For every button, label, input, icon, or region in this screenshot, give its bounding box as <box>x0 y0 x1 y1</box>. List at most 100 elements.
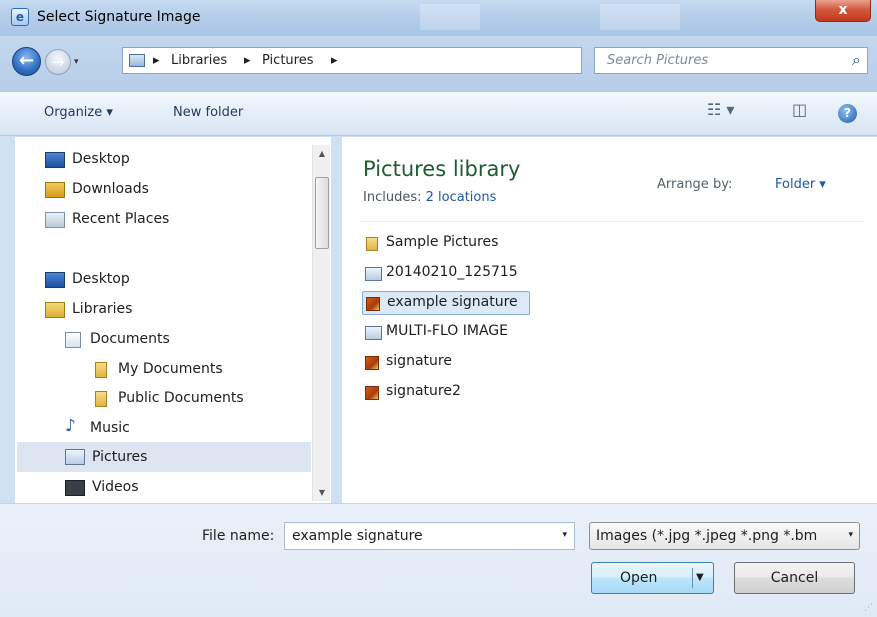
downloads-icon <box>45 182 65 198</box>
music-icon: ♪ <box>65 416 76 436</box>
sidebar-item-downloads[interactable]: Downloads <box>45 177 325 203</box>
back-button[interactable]: ← <box>12 47 41 76</box>
pictures-icon <box>65 449 85 465</box>
scroll-down-arrow-icon[interactable]: ▼ <box>313 484 331 501</box>
sidebar-item-label: Videos <box>92 479 139 495</box>
file-type-dropdown-icon[interactable]: ▾ <box>848 530 853 540</box>
sidebar-item-desktop-root[interactable]: Desktop <box>45 267 325 293</box>
preview-pane-icon[interactable]: ◫ <box>792 100 807 119</box>
library-title: Pictures library <box>363 157 521 181</box>
recent-places-icon <box>45 212 65 228</box>
sidebar-item-label: Recent Places <box>72 211 170 227</box>
file-name: signature <box>386 353 452 369</box>
sidebar-item-label: Pictures <box>92 449 148 465</box>
file-name-value[interactable]: example signature <box>292 528 423 544</box>
file-type-value: Images (*.jpg *.jpeg *.png *.bm <box>596 528 818 544</box>
list-item[interactable]: signature <box>362 351 562 375</box>
help-icon[interactable]: ? <box>838 104 857 123</box>
image-file-icon <box>365 386 379 400</box>
file-name: MULTI-FLO IMAGE <box>386 323 508 339</box>
open-options-dropdown-icon[interactable]: ▼ <box>696 563 704 593</box>
change-view-icon[interactable]: ☷ ▾ <box>707 100 734 119</box>
file-name-dropdown-icon[interactable]: ▾ <box>562 530 567 540</box>
image-file-icon <box>366 297 380 311</box>
list-item[interactable]: signature2 <box>362 381 562 405</box>
desktop-icon <box>45 152 65 168</box>
breadcrumb-libraries[interactable]: Libraries <box>171 53 227 68</box>
file-type-select[interactable]: Images (*.jpg *.jpeg *.png *.bm ▾ <box>589 522 860 550</box>
sidebar-item-videos[interactable]: Videos <box>65 475 325 501</box>
app-icon: e <box>11 8 29 26</box>
documents-icon <box>65 332 81 348</box>
organize-button[interactable]: Organize ▾ <box>44 105 113 120</box>
arrange-by-label: Arrange by: <box>657 177 733 192</box>
locations-link[interactable]: 2 locations <box>426 190 497 205</box>
open-button-label: Open <box>620 570 658 586</box>
pictures-folder-icon <box>129 54 145 67</box>
image-file-icon <box>365 267 382 281</box>
sidebar-item-libraries[interactable]: Libraries <box>45 297 325 323</box>
sidebar-item-documents[interactable]: Documents <box>63 327 325 353</box>
list-item[interactable]: MULTI-FLO IMAGE <box>362 321 562 345</box>
sidebar-item-recent-places[interactable]: Recent Places <box>45 207 325 233</box>
sidebar-item-label: Desktop <box>72 271 130 287</box>
sidebar-item-label: Downloads <box>72 181 149 197</box>
header-divider <box>360 221 865 222</box>
title-bar-reflection <box>600 4 680 30</box>
dialog-footer: File name: example signature ▾ Images (*… <box>0 503 877 617</box>
breadcrumb-pictures[interactable]: Pictures <box>262 53 313 68</box>
command-bar: Organize ▾ New folder ☷ ▾ ◫ ? <box>0 92 877 136</box>
search-icon[interactable]: ⌕ <box>852 50 861 70</box>
resize-grip-icon[interactable]: ⋰ <box>864 603 873 613</box>
address-bar[interactable]: ▸ Libraries ▸ Pictures ▸ ▾ ⟳ <box>122 47 696 74</box>
file-name-label: File name: <box>202 528 275 544</box>
folder-icon <box>95 362 107 378</box>
file-name: Sample Pictures <box>386 234 499 250</box>
folder-icon <box>366 237 378 251</box>
sidebar-item-label: Libraries <box>72 301 133 317</box>
search-placeholder: Search Pictures <box>607 53 709 68</box>
sidebar-item-label: Desktop <box>72 151 130 167</box>
scroll-thumb[interactable] <box>315 177 329 249</box>
title-bar-reflection <box>420 4 480 30</box>
arrange-by-dropdown[interactable]: Folder ▾ <box>775 177 826 192</box>
sidebar-item-label: Documents <box>90 331 170 347</box>
list-item-selected[interactable]: example signature <box>362 291 530 315</box>
sidebar-item-label: My Documents <box>118 361 223 377</box>
includes-label: Includes: <box>363 190 422 205</box>
cancel-button[interactable]: Cancel <box>734 562 855 594</box>
sidebar-item-label: Music <box>90 420 130 436</box>
open-button[interactable]: Open ▼ <box>591 562 714 594</box>
recent-pages-dropdown-icon[interactable]: ▾ <box>74 57 79 67</box>
sidebar-item-music[interactable]: ♪ Music <box>63 416 325 442</box>
breadcrumb-separator-icon[interactable]: ▸ <box>331 53 338 68</box>
library-includes: Includes: 2 locations <box>363 190 496 205</box>
list-item[interactable]: Sample Pictures <box>362 232 562 256</box>
breadcrumb-separator-icon[interactable]: ▸ <box>153 53 160 68</box>
sidebar-item-my-documents[interactable]: My Documents <box>91 357 325 383</box>
image-file-icon <box>365 356 379 370</box>
sidebar-item-desktop[interactable]: Desktop <box>45 147 325 173</box>
breadcrumb-separator-icon[interactable]: ▸ <box>244 53 251 68</box>
close-button[interactable]: x <box>815 0 871 22</box>
file-name: example signature <box>387 294 518 310</box>
forward-button[interactable]: → <box>45 49 71 75</box>
nav-scrollbar[interactable]: ▲ ▼ <box>312 145 330 501</box>
libraries-icon <box>45 302 65 318</box>
address-row: ← → ▾ ▸ Libraries ▸ Pictures ▸ ▾ ⟳ Searc… <box>0 36 877 92</box>
navigation-pane: Desktop Downloads Recent Places Desktop … <box>15 137 331 503</box>
videos-icon <box>65 480 85 496</box>
split-divider <box>692 568 693 588</box>
desktop-icon <box>45 272 65 288</box>
scroll-up-arrow-icon[interactable]: ▲ <box>313 145 331 162</box>
list-item[interactable]: 20140210_125715 <box>362 262 562 286</box>
search-input[interactable]: Search Pictures ⌕ <box>594 47 868 74</box>
sidebar-item-public-documents[interactable]: Public Documents <box>91 386 325 412</box>
image-file-icon <box>365 326 382 340</box>
sidebar-item-pictures[interactable]: Pictures <box>17 442 311 472</box>
folder-icon <box>95 391 107 407</box>
new-folder-button[interactable]: New folder <box>173 105 243 120</box>
title-bar: e Select Signature Image x <box>0 0 877 36</box>
file-dialog: e Select Signature Image x ← → ▾ ▸ Libra… <box>0 0 877 617</box>
file-name-field[interactable]: example signature ▾ <box>284 522 575 550</box>
